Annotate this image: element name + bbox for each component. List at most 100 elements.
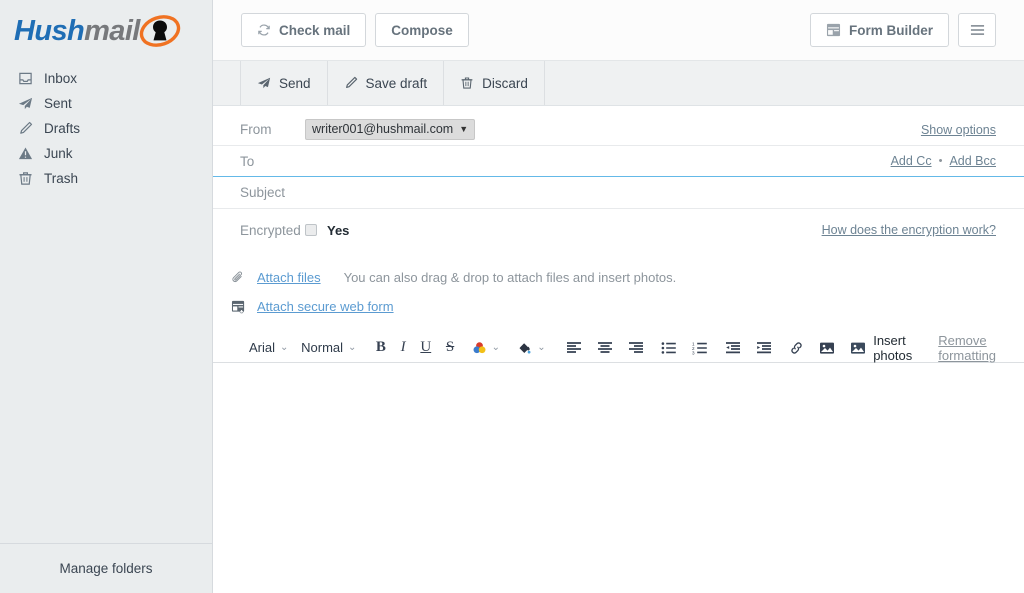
form-builder-label: Form Builder [848,22,933,38]
sidebar-item-sent[interactable]: Sent [0,91,212,116]
italic-button[interactable]: I [396,336,411,360]
numbered-list-button[interactable]: 123 [687,336,713,360]
add-cc-link[interactable]: Add Cc [891,154,932,168]
to-row[interactable]: To Add Cc • Add Bcc [213,146,1024,177]
form-window-icon [826,23,841,37]
align-left-icon [566,341,582,355]
attachments-block: Attach files You can also drag & drop to… [213,251,1024,321]
image-icon [819,341,835,355]
refresh-icon [257,23,271,37]
align-left-button[interactable] [561,336,587,360]
message-body-editor[interactable] [213,363,1024,593]
sidebar-item-label: Sent [44,96,72,111]
show-options-link[interactable]: Show options [921,123,996,137]
align-center-button[interactable] [592,336,618,360]
text-color-icon [472,341,487,355]
sidebar: Hush mail Inbox Sent Drafts Junk Trash M… [0,0,213,593]
insert-link-button[interactable] [784,336,809,360]
encrypted-value-wrap: Yes [305,223,822,238]
check-mail-button[interactable]: Check mail [241,13,367,47]
align-right-icon [628,341,644,355]
logo[interactable]: Hush mail [0,0,212,60]
attach-hint-text: You can also drag & drop to attach files… [343,270,677,285]
top-toolbar: Check mail Compose Form Builder [213,0,1024,61]
sidebar-item-label: Inbox [44,71,78,86]
attach-files-row: Attach files You can also drag & drop to… [213,263,1024,292]
sidebar-item-label: Trash [44,171,79,186]
form-builder-button[interactable]: Form Builder [809,13,949,47]
remove-formatting-link[interactable]: Remove formatting [938,333,996,363]
insert-photos-button[interactable]: Insert photos [850,333,912,363]
hamburger-menu-icon [970,24,985,36]
logo-text-mail: mail [84,14,140,47]
align-right-button[interactable] [623,336,649,360]
pencil-icon [18,121,40,137]
main-panel: Check mail Compose Form Builder Send Sav… [213,0,1024,593]
chevron-down-icon: ⌄ [348,342,357,353]
encryption-help-link[interactable]: How does the encryption work? [822,223,996,237]
indent-icon [756,341,772,355]
compose-action-bar: Send Save draft Discard [213,61,1024,106]
paper-plane-icon [18,96,40,112]
app-root: Hush mail Inbox Sent Drafts Junk Trash M… [0,0,1024,593]
discard-label: Discard [482,75,528,91]
bullet-list-icon [661,341,677,355]
sidebar-item-drafts[interactable]: Drafts [0,116,212,141]
bold-button[interactable]: B [371,336,391,360]
underline-button[interactable]: U [415,336,436,360]
from-address-select[interactable]: writer001@hushmail.com ▼ [305,119,476,140]
cc-bcc-separator: • [938,155,943,167]
indent-button[interactable] [751,336,777,360]
font-family-select[interactable]: Arial ⌄ [245,336,292,360]
sidebar-item-inbox[interactable]: Inbox [0,66,212,91]
from-label: From [240,122,272,137]
hamburger-menu-button[interactable] [958,13,996,47]
add-bcc-link[interactable]: Add Bcc [949,154,996,168]
align-center-icon [597,341,613,355]
sidebar-item-junk[interactable]: Junk [0,141,212,166]
format-toolbar: Arial ⌄ Normal ⌄ B I U S ⌄ ⌄ 1 2 3 Inser… [213,333,1024,363]
sidebar-nav: Inbox Sent Drafts Junk Trash [0,60,212,191]
save-draft-button[interactable]: Save draft [328,61,445,105]
encrypted-row: Encrypted Yes How does the encryption wo… [213,209,1024,251]
chevron-down-icon: ⌄ [537,342,546,353]
encrypted-label: Encrypted [240,222,301,238]
attach-web-form-row: Attach secure web form [213,292,1024,321]
form-add-icon [231,300,251,314]
subject-row[interactable]: Subject [213,177,1024,209]
font-family-value: Arial [249,340,276,355]
outdent-button[interactable] [720,336,746,360]
link-icon [789,341,804,355]
encrypted-checkbox[interactable] [305,224,317,236]
svg-text:3: 3 [692,350,695,355]
keyhole-lock-icon [138,14,182,48]
font-size-select[interactable]: Normal ⌄ [297,336,360,360]
manage-folders-button[interactable]: Manage folders [0,543,212,593]
chevron-down-icon: ⌄ [280,342,289,353]
from-row-right: Show options [921,123,996,137]
pencil-icon [344,76,358,90]
sidebar-item-trash[interactable]: Trash [0,166,212,191]
check-mail-label: Check mail [279,22,351,38]
numbered-list-icon: 123 [692,341,708,355]
to-row-right: Add Cc • Add Bcc [891,154,996,168]
trash-can-icon [460,76,474,90]
discard-button[interactable]: Discard [444,61,545,105]
save-draft-label: Save draft [365,75,428,91]
attach-files-link[interactable]: Attach files [257,270,321,285]
from-address-value: writer001@hushmail.com [312,122,454,136]
fill-color-button[interactable]: ⌄ [512,336,550,360]
paper-plane-icon [257,76,271,90]
warning-triangle-icon [18,146,40,162]
compose-button[interactable]: Compose [375,13,469,47]
send-button[interactable]: Send [240,61,328,105]
insert-image-button[interactable] [814,336,840,360]
compose-label: Compose [391,22,453,38]
text-color-button[interactable]: ⌄ [467,336,505,360]
chevron-down-icon: ⌄ [491,342,500,353]
attach-web-form-link[interactable]: Attach secure web form [257,299,394,314]
strikethrough-button[interactable]: S [441,336,459,360]
logo-text-hush: Hush [14,14,85,47]
font-size-value: Normal [301,340,344,355]
bullet-list-button[interactable] [656,336,682,360]
